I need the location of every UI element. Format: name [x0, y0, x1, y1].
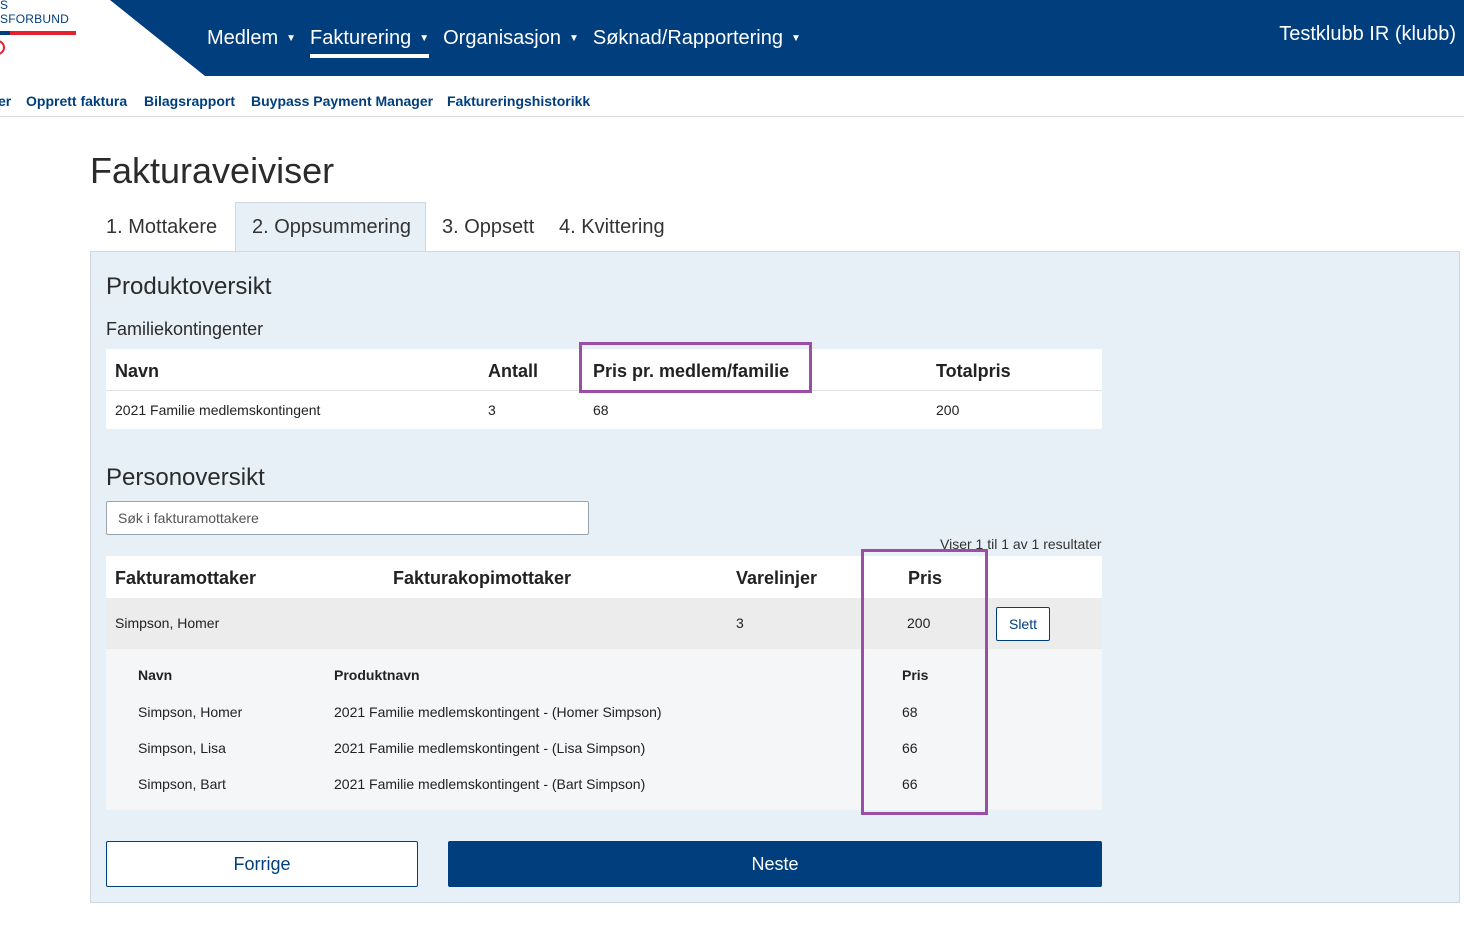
column-header-fakturakopimottaker: Fakturakopimottaker: [393, 568, 572, 588]
caret-down-icon: ▼: [568, 32, 579, 44]
nav-item-medlem[interactable]: Medlem ▼: [207, 0, 296, 76]
tab-kvittering[interactable]: 4. Kvittering: [543, 202, 681, 252]
column-header-navn: Navn: [115, 361, 160, 381]
person-table: Fakturamottaker Fakturakopimottaker Vare…: [106, 556, 1102, 810]
product-subheading: Familiekontingenter: [106, 319, 264, 339]
line-item-navn: Simpson, Homer: [138, 704, 243, 720]
nav-item-fakturering[interactable]: Fakturering ▼: [310, 0, 430, 76]
sub-column-header-pris: Pris: [902, 667, 929, 683]
logo-text-line1: S: [0, 0, 9, 12]
nav-item-organisasjon[interactable]: Organisasjon ▼: [443, 0, 579, 76]
main-nav: Medlem ▼ Fakturering ▼ Organisasjon ▼ Sø…: [207, 0, 815, 76]
subnav-link-bilagsrapport[interactable]: Bilagsrapport: [144, 93, 235, 109]
line-item-navn: Simpson, Lisa: [138, 740, 226, 756]
sub-navigation: er Opprett faktura Bilagsrapport Buypass…: [0, 76, 1464, 117]
line-item-produkt: 2021 Familie medlemskontingent - (Homer …: [334, 704, 662, 720]
column-header-pris-pr-medlem: Pris pr. medlem/familie: [593, 361, 790, 381]
cell-totalpris: 200: [936, 402, 960, 418]
nav-item-label: Organisasjon: [443, 26, 561, 49]
cell-pris: 200: [907, 615, 931, 631]
line-item-pris: 66: [902, 776, 918, 792]
previous-button[interactable]: Forrige: [106, 841, 418, 887]
line-items-detail: Navn Produktnavn Pris Simpson, Homer 202…: [106, 649, 1102, 810]
cell-varelinjer: 3: [736, 615, 744, 631]
subnav-link-truncated[interactable]: er: [0, 93, 11, 109]
nav-item-label: Fakturering: [310, 26, 412, 49]
tab-mottakere[interactable]: 1. Mottakere: [90, 202, 235, 252]
column-header-fakturamottaker: Fakturamottaker: [115, 568, 257, 588]
table-row[interactable]: Simpson, Homer 3 200 Slett: [106, 598, 1102, 649]
product-table-header: Navn Antall Pris pr. medlem/familie Tota…: [106, 349, 1102, 391]
nav-item-soknad-rapportering[interactable]: Søknad/Rapportering ▼: [593, 0, 801, 76]
caret-down-icon: ▼: [790, 32, 801, 44]
delete-button[interactable]: Slett: [996, 607, 1050, 641]
logo-stripe-blue: [0, 31, 10, 35]
subnav-link-faktureringshistorikk[interactable]: Faktureringshistorikk: [447, 93, 590, 109]
logo-stripe-red: [10, 31, 76, 35]
person-overview-heading: Personoversikt: [106, 464, 265, 491]
next-button[interactable]: Neste: [448, 841, 1102, 887]
cell-navn: 2021 Familie medlemskontingent: [115, 402, 321, 418]
cell-pris: 68: [593, 402, 609, 418]
subnav-link-buypass-payment-manager[interactable]: Buypass Payment Manager: [251, 93, 433, 109]
column-header-pris: Pris: [908, 568, 943, 588]
sub-column-header-navn: Navn: [138, 667, 173, 683]
club-selector[interactable]: Testklubb IR (klubb): [1279, 0, 1456, 68]
product-overview-heading: Produktoversikt: [106, 273, 272, 300]
column-header-totalpris: Totalpris: [936, 361, 1011, 381]
nav-item-label: Søknad/Rapportering: [592, 26, 783, 49]
line-item-pris: 68: [902, 704, 918, 720]
caret-down-icon: ▼: [286, 32, 297, 44]
cell-antall: 3: [488, 402, 496, 418]
page-title: Fakturaveiviser: [90, 150, 335, 191]
person-table-header: Fakturamottaker Fakturakopimottaker Vare…: [106, 556, 1102, 598]
tab-oppsett[interactable]: 3. Oppsett: [426, 202, 543, 252]
top-navigation-bar: S SFORBUND Medlem ▼ Fakturering ▼ Organi…: [0, 0, 1464, 76]
line-item-produkt: 2021 Familie medlemskontingent - (Bart S…: [334, 776, 646, 792]
logo-text-line2: SFORBUND: [0, 12, 69, 26]
search-input[interactable]: [106, 501, 589, 535]
line-item-pris: 66: [902, 740, 918, 756]
line-item-produkt: 2021 Familie medlemskontingent - (Lisa S…: [334, 740, 646, 756]
line-item-navn: Simpson, Bart: [138, 776, 226, 792]
column-header-varelinjer: Varelinjer: [736, 568, 818, 588]
sub-column-header-produktnavn: Produktnavn: [334, 667, 420, 683]
tab-oppsummering[interactable]: 2. Oppsummering: [235, 202, 426, 252]
product-table: Navn Antall Pris pr. medlem/familie Tota…: [106, 349, 1102, 429]
wizard-tabs: 1. Mottakere 2. Oppsummering 3. Oppsett …: [90, 202, 681, 252]
cell-fakturamottaker: Simpson, Homer: [115, 615, 220, 631]
column-header-antall: Antall: [488, 361, 539, 381]
caret-down-icon: ▼: [419, 32, 430, 44]
subnav-link-opprett-faktura[interactable]: Opprett faktura: [26, 93, 127, 109]
nav-item-label: Medlem: [207, 26, 279, 49]
results-count: Viser 1 til 1 av 1 resultater: [940, 536, 1102, 552]
